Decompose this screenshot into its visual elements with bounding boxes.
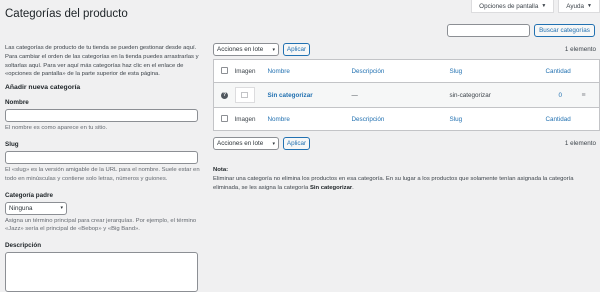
- name-label: Nombre: [5, 99, 29, 107]
- bulk-actions-label: Acciones en lote: [217, 140, 264, 147]
- search-input[interactable]: [447, 24, 530, 37]
- screen-meta-links: Opciones de pantalla ▼ Ayuda ▼: [471, 0, 600, 13]
- caret-down-icon: ▼: [587, 3, 592, 9]
- column-name-footer[interactable]: Nombre: [267, 107, 352, 131]
- table-header-row: Imagen Nombre Descripción Slug Cantidad: [213, 59, 600, 83]
- name-input[interactable]: [5, 109, 198, 123]
- category-slug: sin-categorizar: [449, 91, 491, 99]
- parent-select[interactable]: Ninguna ▾: [5, 201, 67, 215]
- search-categories-button[interactable]: Buscar categorías: [534, 24, 595, 37]
- table-footer-row: Imagen Nombre Descripción Slug Cantidad: [213, 107, 600, 131]
- image-placeholder-icon: [241, 92, 248, 98]
- apply-button-bottom[interactable]: Aplicar: [283, 137, 310, 150]
- parent-select-value: Ninguna: [9, 204, 33, 212]
- select-all-checkbox-footer[interactable]: [221, 114, 228, 122]
- categories-table: Imagen Nombre Descripción Slug Cantidad …: [213, 59, 600, 131]
- slug-field-group: Slug El «slug» es la versión amigable de…: [5, 141, 205, 184]
- slug-input[interactable]: [5, 150, 198, 164]
- category-description: —: [351, 91, 358, 99]
- description-textarea[interactable]: [5, 252, 198, 292]
- tablenav-bottom: Acciones en lote ▾ Aplicar 1 elemento: [213, 136, 599, 151]
- note-text: Eliminar una categoría no elimina los pr…: [213, 175, 574, 191]
- slug-label: Slug: [5, 140, 19, 148]
- screen-options-toggle[interactable]: Opciones de pantalla ▼: [471, 0, 555, 13]
- table-row: ? Sin categorizar — sin-categorizar 0 ≡: [213, 82, 600, 108]
- description-label: Descripción: [5, 242, 42, 250]
- parent-description: Asigna un término principal para crear j…: [5, 217, 197, 233]
- add-category-heading: Añadir nueva categoría: [5, 84, 81, 92]
- page-title: Categorías del producto: [5, 8, 128, 20]
- column-name[interactable]: Nombre: [267, 59, 352, 83]
- column-image-footer: Imagen: [234, 107, 268, 131]
- note-text-end: .: [352, 184, 354, 191]
- delete-note: Nota: Eliminar una categoría no elimina …: [213, 166, 599, 192]
- drag-handle-icon[interactable]: ≡: [582, 92, 586, 99]
- column-image: Imagen: [234, 59, 268, 83]
- category-count-link[interactable]: 0: [559, 92, 563, 99]
- help-icon[interactable]: ?: [221, 91, 228, 99]
- parent-label: Categoría padre: [5, 191, 53, 199]
- caret-down-icon: ▼: [541, 3, 547, 9]
- bulk-actions-select-bottom[interactable]: Acciones en lote ▾: [213, 137, 279, 150]
- column-count[interactable]: Cantidad: [545, 59, 582, 83]
- name-field-group: Nombre El nombre es como aparece en tu s…: [5, 99, 205, 133]
- category-name-link[interactable]: Sin categorizar: [268, 92, 313, 99]
- bulk-actions-select[interactable]: Acciones en lote ▾: [213, 43, 279, 56]
- parent-field-group: Categoría padre Ninguna ▾ Asigna un térm…: [5, 192, 205, 235]
- description-field-group: Descripción: [5, 242, 205, 292]
- items-count: 1 elemento: [564, 46, 596, 53]
- column-slug-footer[interactable]: Slug: [449, 107, 546, 131]
- note-label: Nota:: [213, 167, 229, 173]
- select-all-checkbox[interactable]: [221, 66, 228, 74]
- note-category: Sin categorizar: [309, 184, 353, 191]
- intro-text: Las categorías de producto de tu tienda …: [5, 45, 199, 78]
- items-count-bottom: 1 elemento: [564, 140, 596, 147]
- chevron-down-icon: ▾: [272, 140, 275, 147]
- name-description: El nombre es como aparece en tu sitio.: [5, 125, 108, 132]
- screen-options-label: Opciones de pantalla: [479, 2, 539, 10]
- column-slug[interactable]: Slug: [449, 59, 546, 83]
- apply-button[interactable]: Aplicar: [283, 43, 310, 56]
- column-count-footer[interactable]: Cantidad: [545, 107, 582, 131]
- bulk-actions-label: Acciones en lote: [217, 46, 264, 53]
- categories-list-panel: Acciones en lote ▾ Aplicar 1 elemento Im…: [213, 42, 600, 192]
- category-thumbnail: [234, 87, 255, 103]
- add-category-panel: Las categorías de producto de tu tienda …: [5, 44, 205, 292]
- help-label: Ayuda: [566, 2, 585, 10]
- slug-description: El «slug» es la versión amigable de la U…: [5, 166, 200, 182]
- help-toggle[interactable]: Ayuda ▼: [558, 0, 600, 13]
- tablenav-top: Acciones en lote ▾ Aplicar 1 elemento: [213, 42, 599, 57]
- chevron-down-icon: ▾: [60, 205, 63, 212]
- column-description[interactable]: Descripción: [351, 59, 450, 83]
- column-description-footer[interactable]: Descripción: [351, 107, 450, 131]
- chevron-down-icon: ▾: [272, 46, 275, 53]
